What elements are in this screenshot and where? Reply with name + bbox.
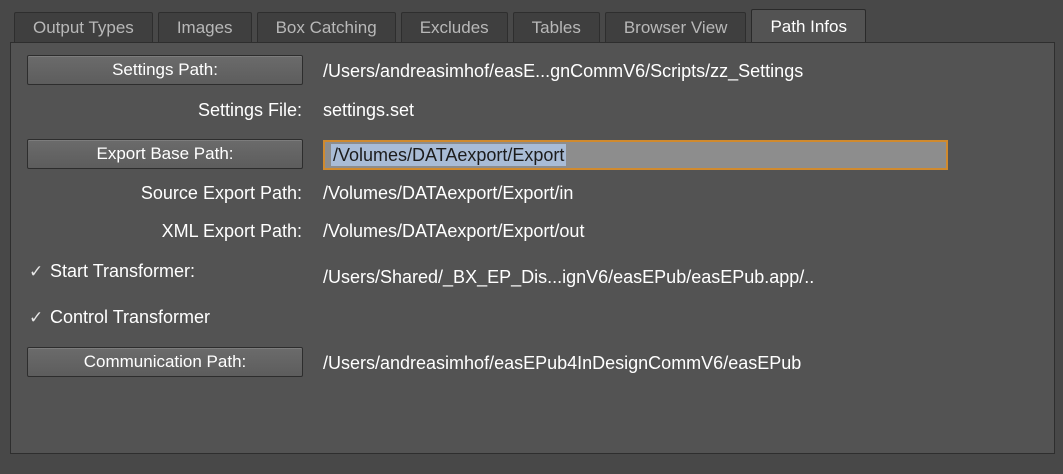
export-base-path-field[interactable]: /Volumes/DATAexport/Export	[323, 140, 948, 170]
tab-browser-view[interactable]: Browser View	[604, 12, 747, 42]
settings-path-row: Settings Path: /Users/andreasimhof/easE.…	[11, 55, 1054, 87]
tab-path-infos[interactable]: Path Infos	[751, 9, 866, 42]
settings-path-value: /Users/andreasimhof/easE...gnCommV6/Scri…	[323, 61, 804, 81]
tab-box-catching[interactable]: Box Catching	[256, 12, 396, 42]
export-base-path-row: Export Base Path: /Volumes/DATAexport/Ex…	[11, 139, 1054, 171]
start-transformer-label: Start Transformer:	[50, 261, 196, 281]
tab-images[interactable]: Images	[157, 12, 252, 42]
source-export-path-row: Source Export Path: /Volumes/DATAexport/…	[11, 177, 1054, 209]
control-transformer-label: Control Transformer	[50, 307, 211, 327]
source-export-path-value: /Volumes/DATAexport/Export/in	[323, 183, 574, 203]
settings-path-button[interactable]: Settings Path:	[27, 55, 303, 85]
settings-file-value: settings.set	[323, 100, 415, 120]
export-base-path-selected-text: /Volumes/DATAexport/Export	[331, 144, 567, 166]
path-infos-panel: Settings Path: /Users/andreasimhof/easE.…	[10, 42, 1055, 454]
start-transformer-value: /Users/Shared/_BX_EP_Dis...ignV6/easEPub…	[323, 267, 815, 287]
tab-tables[interactable]: Tables	[512, 12, 600, 42]
tab-excludes[interactable]: Excludes	[400, 12, 508, 42]
communication-path-row: Communication Path: /Users/andreasimhof/…	[11, 347, 1054, 379]
xml-export-path-value: /Volumes/DATAexport/Export/out	[323, 221, 585, 241]
communication-path-button[interactable]: Communication Path:	[27, 347, 303, 377]
tab-bar: Output Types Images Box Catching Exclude…	[14, 9, 871, 42]
settings-file-row: Settings File: settings.set	[11, 94, 1054, 126]
checkmark-icon: ✓	[29, 308, 44, 327]
tab-output-types[interactable]: Output Types	[14, 12, 153, 42]
source-export-path-label: Source Export Path:	[140, 183, 302, 203]
start-transformer-row: ✓ Start Transformer: /Users/Shared/_BX_EP…	[11, 255, 1054, 287]
export-base-path-button[interactable]: Export Base Path:	[27, 139, 303, 169]
checkmark-icon: ✓	[29, 262, 44, 281]
start-transformer-checkbox[interactable]: ✓ Start Transformer:	[29, 255, 195, 288]
communication-path-value: /Users/andreasimhof/easEPub4InDesignComm…	[323, 353, 802, 373]
control-transformer-row: ✓ Control Transformer	[11, 301, 1054, 333]
path-infos-window: Output Types Images Box Catching Exclude…	[0, 0, 1063, 474]
control-transformer-checkbox[interactable]: ✓ Control Transformer	[29, 301, 210, 334]
xml-export-path-row: XML Export Path: /Volumes/DATAexport/Exp…	[11, 215, 1054, 247]
xml-export-path-label: XML Export Path:	[161, 221, 302, 241]
settings-file-label: Settings File:	[197, 100, 302, 120]
